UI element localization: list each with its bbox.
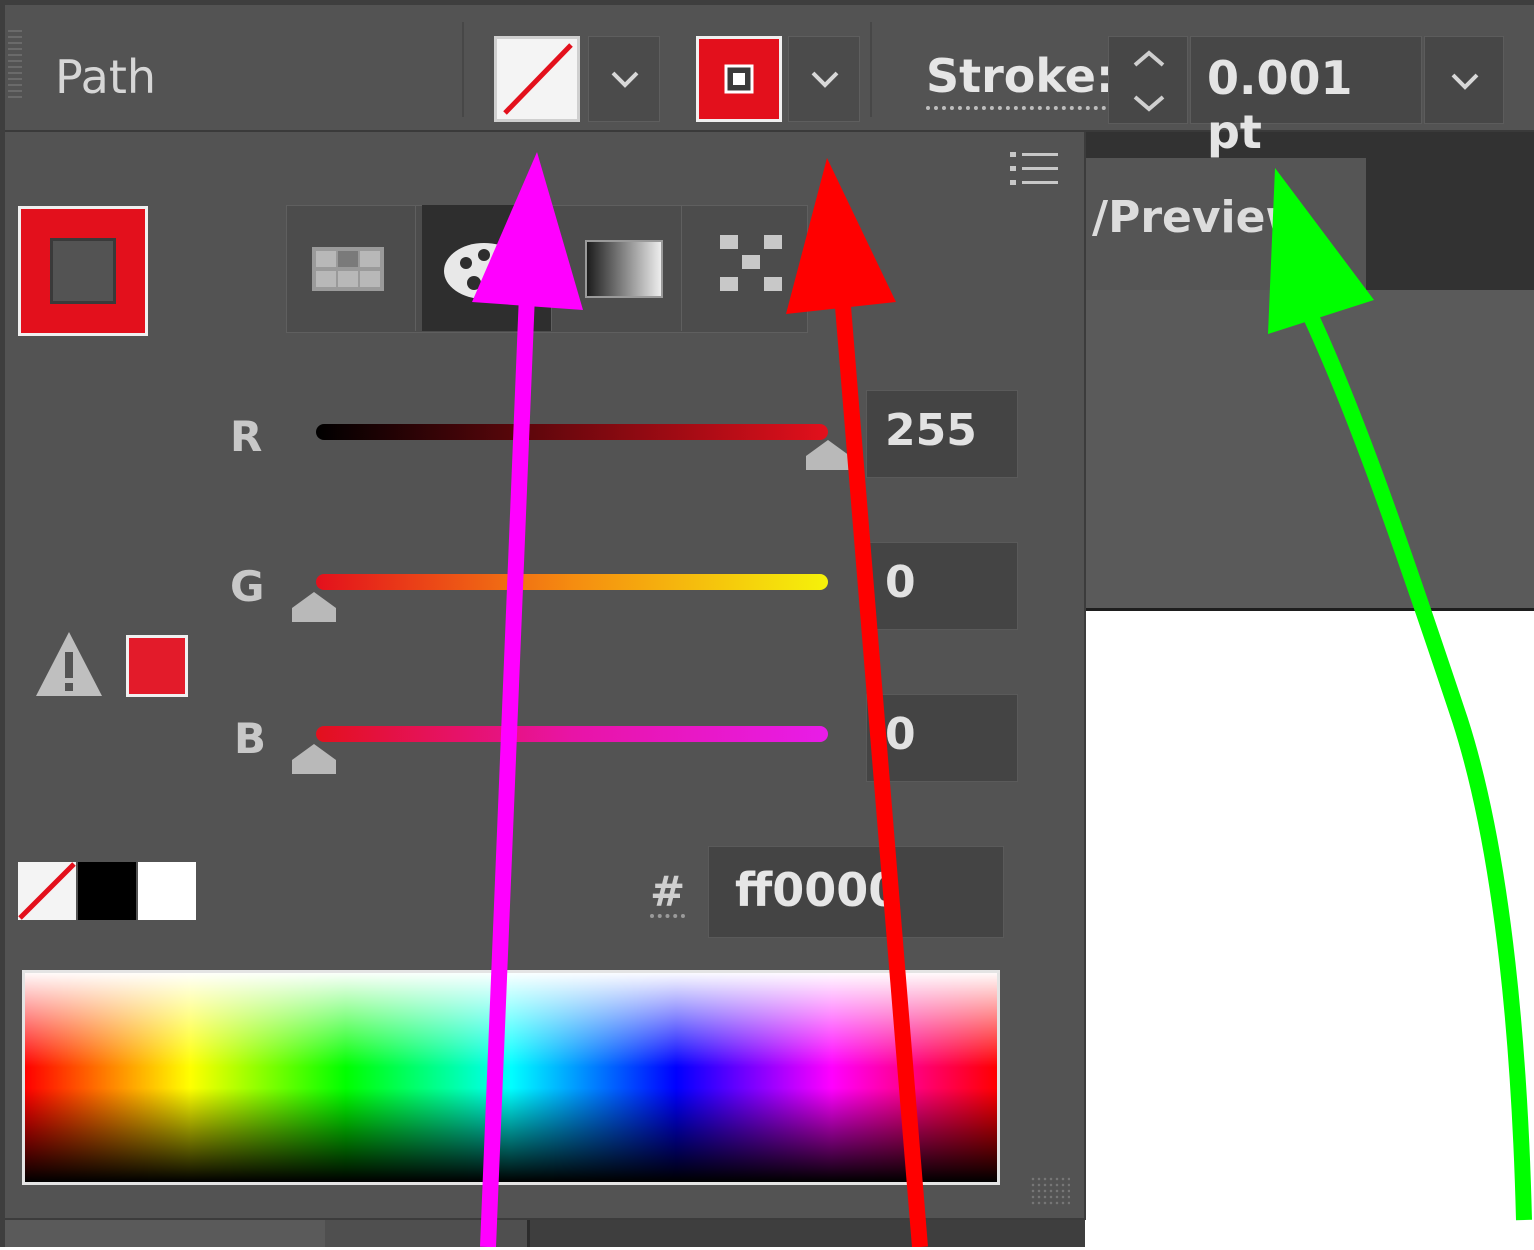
none-slash-icon [18,862,76,920]
in-gamut-color-swatch[interactable] [126,635,188,697]
tab-pattern[interactable] [682,205,812,331]
stepper-arrows-icon [1133,50,1165,112]
value-input-g[interactable]: 0 [866,542,1018,630]
divider [870,22,872,117]
gradient-icon [585,240,663,298]
slider-red[interactable] [316,424,828,440]
stroke-weight-input[interactable]: 0.001 pt [1190,36,1422,159]
fill-dropdown-button[interactable] [588,36,660,122]
slider-blue[interactable] [316,726,828,742]
stroke-dropdown-button[interactable] [788,36,860,122]
hex-label: # [650,867,686,918]
quick-swatch-none[interactable] [18,862,76,920]
slider-green-thumb[interactable] [292,592,336,622]
swatches-grid-icon [312,247,384,291]
artboard[interactable] [1085,608,1534,1250]
hex-value-input[interactable]: ff0000 [708,846,1004,938]
stroke-inner-hole [50,238,116,304]
chevron-down-icon [611,71,639,88]
fill-none-swatch[interactable] [494,36,580,122]
out-of-gamut-warning-icon[interactable] [34,628,104,700]
pattern-icon [720,235,782,291]
stroke-square-icon [724,64,754,94]
slider-green[interactable] [316,574,828,590]
chevron-down-icon [811,71,839,88]
document-tab-title[interactable]: /Preview [1092,192,1306,243]
stroke-color-swatch[interactable] [696,36,782,122]
stroke-weight-stepper[interactable] [1108,36,1188,124]
value-input-r[interactable]: 255 [866,390,1018,478]
quick-swatch-white[interactable] [138,862,196,920]
slider-red-thumb[interactable] [806,440,850,470]
none-slash-icon [503,43,573,115]
channel-label-r: R [230,412,263,461]
stroke-label[interactable]: Stroke: [926,52,1115,110]
quick-swatch-black[interactable] [78,862,136,920]
tab-color-palette[interactable] [422,205,552,331]
tab-swatches[interactable] [286,205,416,331]
palette-icon [444,243,524,299]
panel-resize-grip[interactable] [1030,1176,1070,1206]
slider-blue-thumb[interactable] [292,744,336,774]
panel-menu-icon[interactable] [1008,148,1060,190]
divider [462,22,464,117]
channel-label-g: G [230,562,265,611]
tab-gradient[interactable] [552,205,682,331]
selection-type-label: Path [55,50,157,104]
value-input-b[interactable]: 0 [866,694,1018,782]
stroke-weight-dropdown[interactable] [1424,36,1504,124]
chevron-down-icon [1451,73,1479,90]
pasteboard [1085,290,1534,608]
color-spectrum-ramp[interactable] [22,970,1000,1185]
lower-panel-tab[interactable] [5,1220,325,1247]
channel-label-b: B [234,714,267,763]
control-bar-grip[interactable] [8,30,22,100]
